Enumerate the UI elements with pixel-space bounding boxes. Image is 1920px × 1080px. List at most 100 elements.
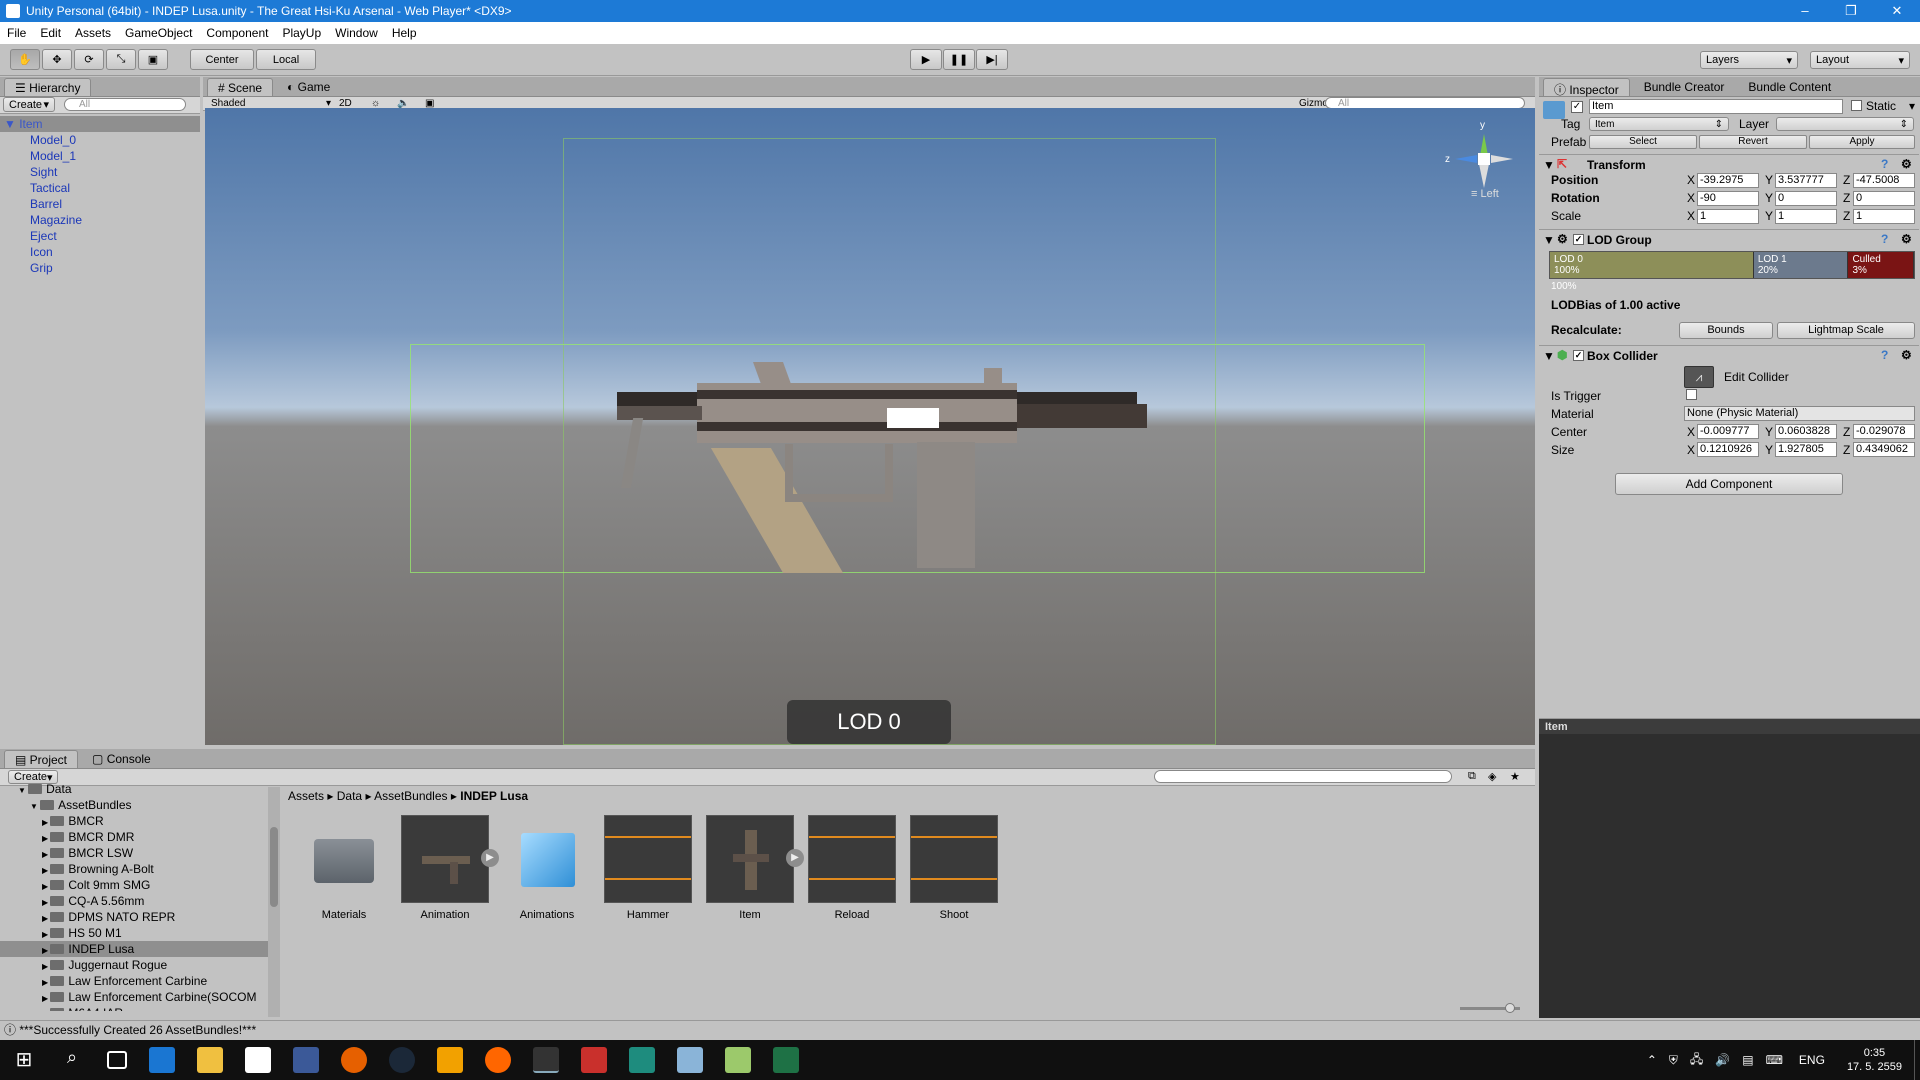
- add-component-button[interactable]: Add Component: [1615, 473, 1843, 495]
- transform-header[interactable]: ▼ ⇱ Transform ? ⚙: [1539, 154, 1919, 174]
- project-tree-item[interactable]: ▶ DPMS NATO REPR: [0, 909, 268, 925]
- hierarchy-item[interactable]: Grip: [0, 260, 200, 276]
- notepad-plus-icon[interactable]: [725, 1047, 751, 1073]
- axis-neg-z-cone[interactable]: [1491, 155, 1513, 163]
- breadcrumb-item[interactable]: Data: [337, 789, 362, 803]
- lod-segment[interactable]: Culled 3%: [1848, 252, 1914, 278]
- rotation-x-field[interactable]: -90: [1697, 191, 1759, 206]
- project-tree-item[interactable]: ▶ BMCR DMR: [0, 829, 268, 845]
- axis-neg-y-cone[interactable]: [1479, 164, 1489, 188]
- pivot-center-button[interactable]: Center: [190, 49, 254, 70]
- rotation-y-field[interactable]: 0: [1775, 191, 1837, 206]
- unity-taskbar-icon[interactable]: [533, 1047, 559, 1073]
- volume-icon[interactable]: 🔊: [1715, 1053, 1730, 1067]
- collapse-arrow-icon[interactable]: ▶: [42, 962, 50, 971]
- asset-animations[interactable]: Animations: [503, 815, 591, 921]
- windows-start-icon[interactable]: ⊞: [11, 1047, 37, 1073]
- hierarchy-search-input[interactable]: All: [64, 98, 186, 111]
- paint-icon[interactable]: [437, 1047, 463, 1073]
- hierarchy-create-dropdown[interactable]: Create ▾: [3, 97, 55, 112]
- firefox-icon[interactable]: [341, 1047, 367, 1073]
- menu-help[interactable]: Help: [385, 26, 424, 40]
- center-x-field[interactable]: -0.009777: [1697, 424, 1759, 439]
- size-x-field[interactable]: 0.1210926: [1697, 442, 1759, 457]
- menu-file[interactable]: File: [0, 26, 33, 40]
- object-name-input[interactable]: Item: [1589, 99, 1843, 114]
- lod-segment[interactable]: LOD 0 100%: [1550, 252, 1754, 278]
- app-icon[interactable]: [629, 1047, 655, 1073]
- project-tree-item[interactable]: ▶ Law Enforcement Carbine(SOCOM: [0, 989, 268, 1005]
- layers-dropdown[interactable]: Layers ▾: [1700, 51, 1798, 69]
- menu-window[interactable]: Window: [328, 26, 385, 40]
- edge-icon[interactable]: [149, 1047, 175, 1073]
- breadcrumb-item[interactable]: Assets: [288, 789, 324, 803]
- project-tree-item[interactable]: ▶ BMCR: [0, 813, 268, 829]
- layout-dropdown[interactable]: Layout ▾: [1810, 51, 1910, 69]
- rect-tool-button[interactable]: ▣: [138, 49, 168, 70]
- scale-z-field[interactable]: 1: [1853, 209, 1915, 224]
- hierarchy-item[interactable]: Model_0: [0, 132, 200, 148]
- lightmap-scale-button[interactable]: Lightmap Scale: [1777, 322, 1915, 339]
- collapse-arrow-icon[interactable]: ▶: [42, 1010, 50, 1011]
- expand-arrow-icon[interactable]: ▼: [30, 802, 40, 811]
- center-z-field[interactable]: -0.029078: [1853, 424, 1915, 439]
- move-tool-button[interactable]: ✥: [42, 49, 72, 70]
- zoom-slider[interactable]: [1460, 1003, 1520, 1013]
- hierarchy-item[interactable]: Eject: [0, 228, 200, 244]
- collapse-arrow-icon[interactable]: ▶: [42, 850, 50, 859]
- position-z-field[interactable]: -47.5008: [1853, 173, 1915, 188]
- static-checkbox[interactable]: [1851, 100, 1862, 111]
- is-trigger-checkbox[interactable]: [1686, 389, 1697, 400]
- project-tree-item[interactable]: ▶ Law Enforcement Carbine: [0, 973, 268, 989]
- edit-collider-button[interactable]: ⩘: [1684, 366, 1714, 388]
- box-collider-enabled-checkbox[interactable]: ✓: [1573, 350, 1584, 361]
- asset-animation[interactable]: Animation: [401, 815, 489, 921]
- project-search-input[interactable]: [1154, 770, 1452, 783]
- help-icon[interactable]: ?: [1881, 157, 1888, 171]
- menu-assets[interactable]: Assets: [68, 26, 118, 40]
- center-y-field[interactable]: 0.0603828: [1775, 424, 1837, 439]
- store-icon[interactable]: [245, 1047, 271, 1073]
- task-view-icon[interactable]: [107, 1051, 127, 1069]
- tab-hierarchy[interactable]: ☰ Hierarchy: [4, 78, 92, 96]
- notepad-icon[interactable]: [677, 1047, 703, 1073]
- tab-project[interactable]: ▤ Project: [4, 750, 79, 768]
- asset-hammer[interactable]: Hammer: [604, 815, 692, 921]
- lod-group-header[interactable]: ▼ ⚙ ✓ LOD Group ? ⚙: [1539, 229, 1919, 249]
- origin-icon[interactable]: [485, 1047, 511, 1073]
- filter-type-icon[interactable]: ⧉: [1468, 770, 1476, 783]
- clock[interactable]: 0:35 17. 5. 2559: [1847, 1046, 1902, 1074]
- menu-component[interactable]: Component: [199, 26, 275, 40]
- zoom-slider-thumb[interactable]: [1505, 1003, 1515, 1013]
- lod-group-enabled-checkbox[interactable]: ✓: [1573, 234, 1584, 245]
- size-y-field[interactable]: 1.927805: [1775, 442, 1837, 457]
- expand-asset-icon[interactable]: ▶: [481, 849, 499, 867]
- collapse-arrow-icon[interactable]: ▶: [42, 914, 50, 923]
- project-tree-item[interactable]: ▶ INDEP Lusa: [0, 941, 268, 957]
- help-icon[interactable]: ?: [1881, 232, 1888, 246]
- collapse-arrow-icon[interactable]: ▶: [42, 994, 50, 1003]
- defender-icon[interactable]: ⛨: [1669, 1053, 1678, 1068]
- file-explorer-icon[interactable]: [197, 1047, 223, 1073]
- collapse-arrow-icon[interactable]: ▶: [42, 882, 50, 891]
- play-button[interactable]: ▶: [910, 49, 942, 70]
- axis-z-cone[interactable]: [1455, 155, 1477, 163]
- tree-scrollbar-thumb[interactable]: [270, 827, 278, 907]
- asset-shoot[interactable]: Shoot: [910, 815, 998, 921]
- bounds-button[interactable]: Bounds: [1679, 322, 1773, 339]
- asset-reload[interactable]: Reload: [808, 815, 896, 921]
- language-indicator[interactable]: ENG: [1799, 1053, 1825, 1067]
- box-collider-header[interactable]: ▼ ⬢ ✓ Box Collider ? ⚙: [1539, 345, 1919, 365]
- tab-bundle-creator[interactable]: Bundle Creator: [1634, 78, 1735, 96]
- collapse-arrow-icon[interactable]: ▶: [42, 946, 50, 955]
- scale-x-field[interactable]: 1: [1697, 209, 1759, 224]
- collapse-arrow-icon[interactable]: ▶: [42, 930, 50, 939]
- filter-label-icon[interactable]: ◈: [1488, 770, 1496, 783]
- pivot-local-button[interactable]: Local: [256, 49, 316, 70]
- rotation-z-field[interactable]: 0: [1853, 191, 1915, 206]
- gear-icon[interactable]: ⚙: [1901, 348, 1912, 362]
- lod-bar[interactable]: LOD 0 100% LOD 1 20% Culled 3%: [1549, 251, 1915, 279]
- menu-edit[interactable]: Edit: [33, 26, 68, 40]
- expand-asset-icon[interactable]: ▶: [786, 849, 804, 867]
- prefab-apply-button[interactable]: Apply: [1809, 135, 1915, 149]
